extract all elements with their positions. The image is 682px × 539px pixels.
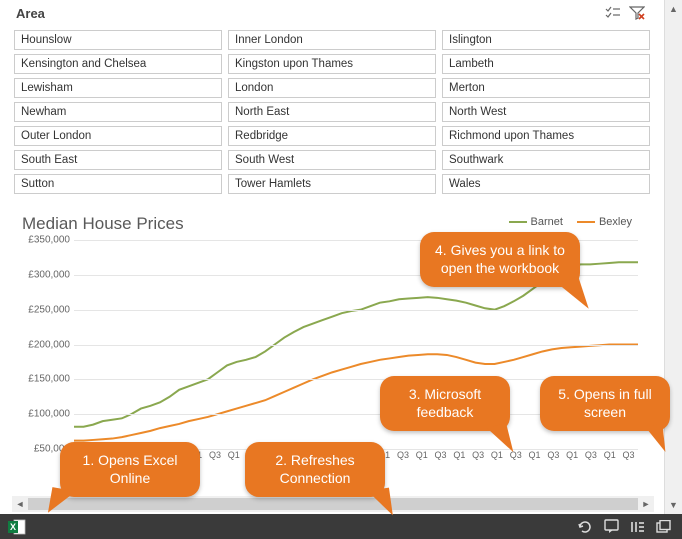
- x-tick-label: Q1: [563, 450, 582, 464]
- x-tick-label: Q3: [619, 450, 638, 464]
- x-tick-label: Q3: [431, 450, 450, 464]
- callout-excel-online: 1. Opens Excel Online: [60, 442, 200, 497]
- slicer-item[interactable]: South East: [14, 150, 222, 170]
- scroll-left-icon[interactable]: ◄: [12, 499, 28, 509]
- callout-tail: [48, 487, 76, 517]
- legend-swatch: [509, 221, 527, 223]
- x-tick-label: Q1: [525, 450, 544, 464]
- callout-tail: [367, 488, 393, 519]
- callout-fullscreen: 5. Opens in full screen: [540, 376, 670, 431]
- slicer-item[interactable]: Lewisham: [14, 78, 222, 98]
- get-link-button[interactable]: [626, 517, 648, 537]
- slicer-item[interactable]: South West: [228, 150, 436, 170]
- callout-link: 4. Gives you a link to open the workbook: [420, 232, 580, 287]
- horizontal-scrollbar[interactable]: ◄ ►: [12, 496, 654, 512]
- slicer-item[interactable]: Islington: [442, 30, 650, 50]
- legend-label: Barnet: [531, 216, 563, 228]
- legend-label: Bexley: [599, 216, 632, 228]
- slicer-item[interactable]: Outer London: [14, 126, 222, 146]
- slicer-item[interactable]: Newham: [14, 102, 222, 122]
- slicer-item[interactable]: Richmond upon Thames: [442, 126, 650, 146]
- refresh-connection-button[interactable]: [574, 517, 596, 537]
- legend-item-barnet: Barnet: [509, 216, 563, 228]
- y-tick-label: £150,000: [18, 374, 70, 385]
- x-tick-label: Q1: [412, 450, 431, 464]
- callout-tail: [645, 424, 666, 454]
- callout-feedback: 3. Microsoft feedback: [380, 376, 510, 431]
- callout-text: 2. Refreshes Connection: [275, 452, 354, 486]
- slicer-item[interactable]: Wales: [442, 174, 650, 194]
- horizontal-scroll-thumb[interactable]: [28, 498, 638, 510]
- fullscreen-button[interactable]: [652, 517, 674, 537]
- scroll-up-icon[interactable]: ▲: [665, 0, 682, 18]
- clear-filter-icon[interactable]: [626, 3, 648, 23]
- slicer-item[interactable]: North East: [228, 102, 436, 122]
- y-tick-label: £300,000: [18, 269, 70, 280]
- scroll-right-icon[interactable]: ►: [638, 499, 654, 509]
- svg-text:X: X: [10, 522, 16, 532]
- scroll-down-icon[interactable]: ▼: [665, 496, 682, 514]
- y-tick-label: £250,000: [18, 304, 70, 315]
- callout-text: 3. Microsoft feedback: [409, 386, 481, 420]
- callout-text: 5. Opens in full screen: [558, 386, 651, 420]
- slicer-item[interactable]: Redbridge: [228, 126, 436, 146]
- legend-item-bexley: Bexley: [577, 216, 632, 228]
- slicer-item[interactable]: London: [228, 78, 436, 98]
- x-tick-label: Q3: [206, 450, 225, 464]
- slicer-item[interactable]: Southwark: [442, 150, 650, 170]
- slicer-header: Area: [12, 0, 652, 26]
- slicer-item[interactable]: Sutton: [14, 174, 222, 194]
- x-tick-label: Q3: [582, 450, 601, 464]
- callout-refresh: 2. Refreshes Connection: [245, 442, 385, 497]
- y-tick-label: £350,000: [18, 235, 70, 246]
- feedback-button[interactable]: [600, 517, 622, 537]
- slicer-grid: Hounslow Inner London Islington Kensington …: [12, 26, 652, 202]
- slicer-item[interactable]: Hounslow: [14, 30, 222, 50]
- x-tick-label: Q3: [394, 450, 413, 464]
- legend-swatch: [577, 221, 595, 223]
- excel-online-button[interactable]: X: [6, 517, 28, 537]
- chart-legend: Barnet Bexley: [509, 216, 632, 228]
- vertical-scrollbar[interactable]: ▲ ▼: [664, 0, 682, 514]
- y-tick-label: £100,000: [18, 409, 70, 420]
- multiselect-icon[interactable]: [602, 3, 624, 23]
- slicer-item[interactable]: Merton: [442, 78, 650, 98]
- slicer-title: Area: [16, 6, 600, 21]
- x-tick-label: Q1: [224, 450, 243, 464]
- x-tick-label: Q3: [544, 450, 563, 464]
- x-tick-label: Q1: [450, 450, 469, 464]
- y-tick-label: £200,000: [18, 339, 70, 350]
- callout-text: 1. Opens Excel Online: [83, 452, 178, 486]
- slicer-item[interactable]: North West: [442, 102, 650, 122]
- embedded-excel-frame: Area Hounslow Inner London Islington Kensin…: [0, 0, 682, 539]
- callout-text: 4. Gives you a link to open the workbook: [435, 242, 565, 276]
- slicer-item[interactable]: Lambeth: [442, 54, 650, 74]
- slicer-item[interactable]: Tower Hamlets: [228, 174, 436, 194]
- x-tick-label: Q3: [469, 450, 488, 464]
- slicer-item[interactable]: Kensington and Chelsea: [14, 54, 222, 74]
- slicer-item[interactable]: Inner London: [228, 30, 436, 50]
- embed-footer-toolbar: X: [0, 514, 682, 539]
- x-tick-label: Q1: [600, 450, 619, 464]
- slicer-item[interactable]: Kingston upon Thames: [228, 54, 436, 74]
